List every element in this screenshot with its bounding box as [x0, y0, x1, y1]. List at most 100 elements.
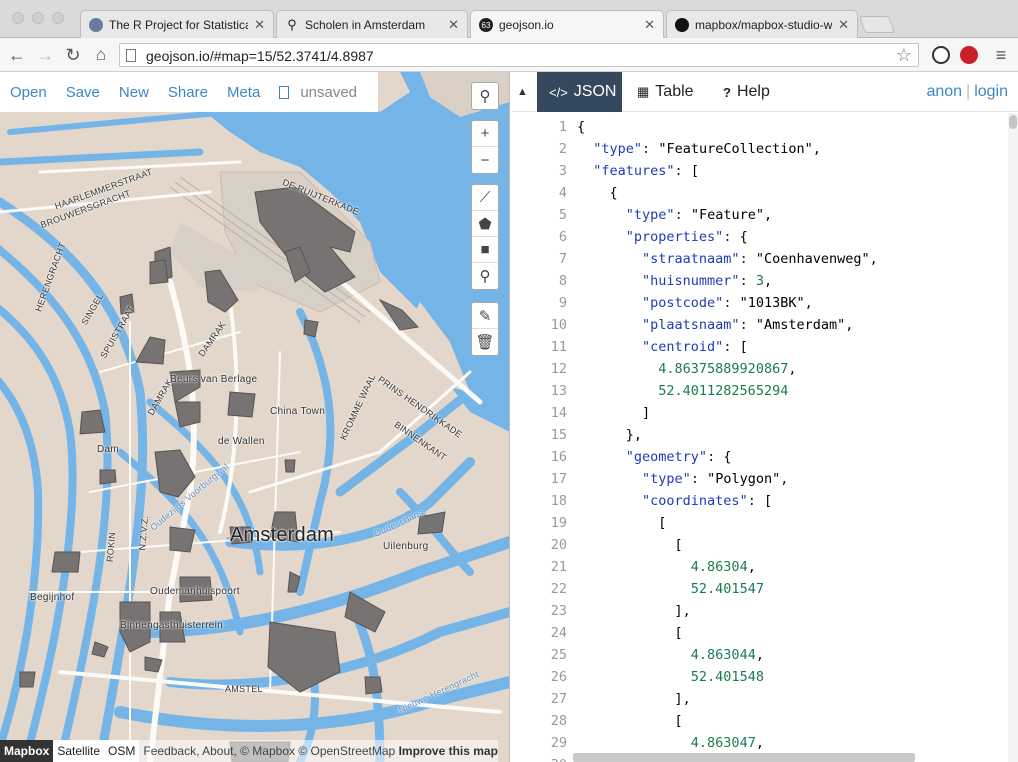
save-button[interactable]: Save [66, 84, 100, 101]
improve-map-link[interactable]: Improve this map [399, 744, 498, 758]
line-number: 16 [550, 449, 567, 465]
pane-tab-bar: ▲ </> JSON ▦ Table ? Help anon | login [511, 72, 1018, 112]
code-text: }, [577, 427, 643, 443]
open-button[interactable]: Open [10, 84, 47, 101]
new-button[interactable]: New [119, 84, 149, 101]
map-footer: Mapbox Satellite OSM Feedback, About, © … [0, 740, 509, 762]
search-icon[interactable]: ⚲ [472, 83, 498, 109]
reload-icon[interactable]: ↻ [62, 44, 84, 66]
attribution: Feedback, About, © Mapbox © OpenStreetMa… [139, 740, 498, 762]
browser-tab-geojson[interactable]: 63 geojson.io ✕ [470, 10, 664, 39]
code-text: 52.4011282565294 [658, 383, 789, 399]
layer-satellite[interactable]: Satellite [53, 740, 105, 762]
browser-tab-github[interactable]: mapbox/mapbox-studio-wi ✕ [666, 10, 858, 38]
line-number: 22 [550, 581, 567, 597]
draw-polygon-icon[interactable]: ⬟ [472, 211, 498, 237]
code-text: [ [577, 713, 683, 729]
tab-json[interactable]: </> JSON [537, 72, 622, 112]
edit-layers-icon[interactable]: ✎ [472, 303, 498, 329]
extension-info-icon[interactable] [932, 46, 950, 64]
auth-separator: | [966, 83, 971, 100]
collapse-triangle-icon[interactable]: ▲ [517, 86, 528, 98]
code-text: "geometry": { [625, 449, 732, 465]
code-text: { [577, 119, 586, 135]
code-text: "coordinates": [ [642, 493, 773, 509]
map-pin-icon: ⚲ [287, 16, 297, 32]
code-icon: </> [549, 84, 568, 100]
meta-button[interactable]: Meta [227, 84, 260, 101]
code-text: "postcode": "1013BK", [642, 295, 813, 311]
landmark-label: de Wallen [218, 436, 265, 447]
tab-title: mapbox/mapbox-studio-wi [695, 17, 833, 32]
browser-tab-scholen[interactable]: ⚲ Scholen in Amsterdam ✕ [276, 10, 468, 38]
layer-mapbox[interactable]: Mapbox [0, 740, 54, 762]
landmark-label: Begijnhof [30, 592, 75, 603]
line-number: 25 [550, 647, 567, 663]
browser-tab-bar: The R Project for Statistical ✕ ⚲ Schole… [0, 0, 1018, 39]
tab-table[interactable]: ▦ Table [625, 72, 706, 112]
share-button[interactable]: Share [168, 84, 208, 101]
code-text: "type": "FeatureCollection", [593, 141, 821, 157]
attribution-links[interactable]: Feedback, About, © Mapbox © OpenStreetMa… [143, 744, 395, 758]
zoom-out-button[interactable]: − [472, 147, 498, 173]
pinterest-icon[interactable] [960, 46, 978, 64]
layer-osm[interactable]: OSM [104, 740, 140, 762]
line-number: 13 [550, 383, 567, 399]
vertical-scrollbar[interactable] [1008, 113, 1018, 762]
tab-json-label: JSON [573, 83, 617, 100]
menu-hamburger-icon[interactable]: ≡ [990, 44, 1012, 66]
code-text: { [577, 185, 618, 201]
login-link[interactable]: login [974, 83, 1008, 100]
file-status: unsaved [279, 84, 357, 101]
line-number: 3 [558, 163, 567, 179]
street-label: AMSTEL [225, 684, 263, 694]
line-number: 26 [550, 669, 567, 685]
line-number: 28 [550, 713, 567, 729]
draw-line-icon[interactable]: ⟋ [472, 185, 498, 211]
table-icon: ▦ [637, 84, 650, 99]
address-bar[interactable]: geojson.io/#map=15/52.3741/4.8987 ☆ [119, 43, 919, 67]
close-tab-icon[interactable]: ✕ [644, 17, 655, 33]
close-window-button[interactable] [12, 12, 24, 24]
zoom-in-button[interactable]: + [472, 121, 498, 147]
forward-arrow-icon[interactable]: → [34, 44, 56, 66]
zoom-window-button[interactable] [52, 12, 64, 24]
code-text: "properties": { [625, 229, 748, 245]
code-text: "type": "Feature", [625, 207, 773, 223]
horizontal-scrollbar[interactable] [573, 753, 915, 762]
scrollbar-thumb[interactable] [1009, 115, 1017, 129]
line-number: 27 [550, 691, 567, 707]
code-text: 4.863047, [690, 735, 764, 751]
close-tab-icon[interactable]: ✕ [254, 17, 265, 33]
landmark-label: Uilenburg [383, 541, 429, 552]
map-pane[interactable]: HAARLEMMERSTRAAT BROUWERSGRACHT HERENGRA… [0, 72, 510, 762]
json-code-editor[interactable]: 1 {2 "type": "FeatureCollection", 3 "featu… [511, 113, 1008, 762]
browser-tab-r-project[interactable]: The R Project for Statistical ✕ [80, 10, 274, 38]
user-anon-link[interactable]: anon [926, 83, 962, 100]
line-number: 7 [558, 251, 567, 267]
delete-trash-icon[interactable]: 🗑 [472, 329, 498, 355]
minimize-window-button[interactable] [32, 12, 44, 24]
tab-help[interactable]: ? Help [711, 72, 782, 112]
landmark-label: Binnengasthuisterrein [120, 620, 224, 631]
close-tab-icon[interactable]: ✕ [448, 17, 459, 33]
line-number: 20 [550, 537, 567, 553]
draw-marker-icon[interactable]: ⚲ [472, 263, 498, 289]
landmark-label: Dam [97, 444, 120, 455]
code-text: ] [577, 405, 651, 421]
line-number: 15 [550, 427, 567, 443]
close-tab-icon[interactable]: ✕ [838, 17, 849, 33]
draw-rectangle-icon[interactable]: ■ [472, 237, 498, 263]
tab-title: geojson.io [499, 18, 554, 32]
bookmark-star-icon[interactable]: ☆ [896, 45, 912, 66]
code-text: "centroid": [ [642, 339, 748, 355]
tab-title: The R Project for Statistical [109, 17, 249, 32]
document-icon [279, 85, 290, 99]
back-arrow-icon[interactable]: ← [6, 44, 28, 66]
line-number: 14 [550, 405, 567, 421]
question-icon: ? [723, 84, 731, 100]
line-number: 5 [558, 207, 567, 223]
line-number: 29 [550, 735, 567, 751]
home-icon[interactable]: ⌂ [90, 44, 112, 66]
new-tab-button[interactable] [858, 16, 896, 33]
